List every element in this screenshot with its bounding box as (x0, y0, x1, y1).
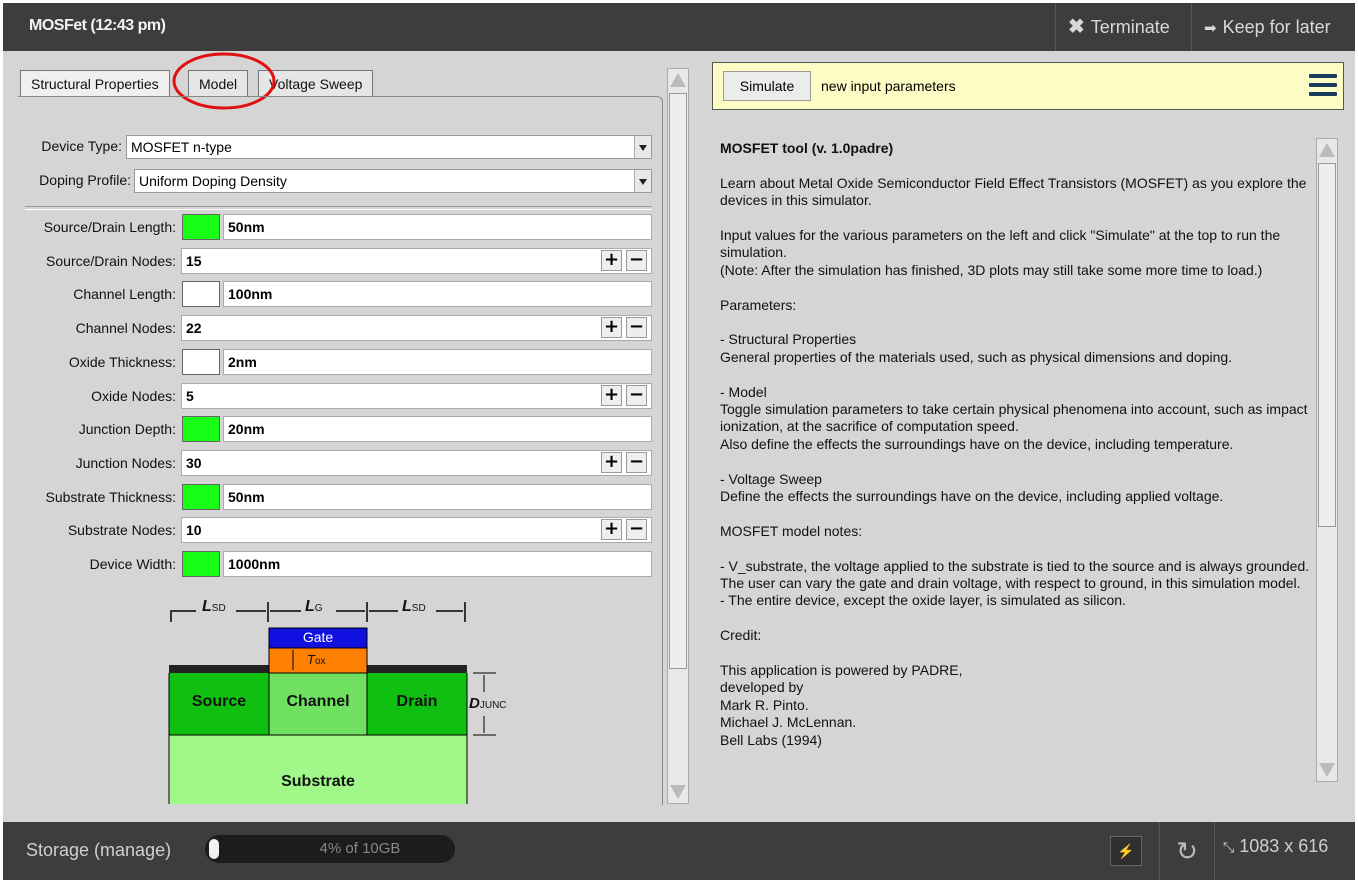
source-drain-nodes-label: Source/Drain Nodes: (46, 253, 176, 269)
source-drain-nodes-minus-button[interactable]: − (626, 250, 647, 271)
simulate-message: new input parameters (821, 78, 956, 94)
oxide-nodes-minus-button[interactable]: − (626, 385, 647, 406)
substrate-thickness-input[interactable]: 50nm (223, 484, 652, 510)
oxide-nodes-label: Oxide Nodes: (91, 388, 176, 404)
keep-for-later-button[interactable]: ➡ Keep for later (1191, 3, 1356, 51)
help-paragraph: - Voltage Sweep Define the effects the s… (720, 470, 1224, 505)
help-paragraph: This application is powered by PADRE, de… (720, 662, 963, 748)
junction-nodes-plus-button[interactable]: + (601, 452, 622, 473)
help-paragraph: - V_substrate, the voltage applied to th… (720, 557, 1310, 609)
help-paragraph: Learn about Metal Oxide Semiconductor Fi… (720, 174, 1307, 209)
source-drain-nodes-input[interactable]: 15 (181, 248, 652, 274)
window-title: MOSFet (12:43 pm) (29, 17, 166, 34)
scroll-down-icon[interactable] (669, 782, 687, 802)
junction-nodes-input[interactable]: 30 (181, 450, 652, 476)
substrate-thickness-color-swatch[interactable] (182, 484, 220, 510)
substrate-nodes-input[interactable]: 10 (181, 517, 652, 543)
oxide-thickness-color-swatch[interactable] (182, 349, 220, 375)
junction-nodes-minus-button[interactable]: − (626, 452, 647, 473)
substrate-nodes-minus-button[interactable]: − (626, 519, 647, 540)
substrate-nodes-plus-button[interactable]: + (601, 519, 622, 540)
storage-usage-text: 4% of 10GB (319, 840, 401, 857)
device-width-input[interactable]: 1000nm (223, 551, 652, 577)
channel-length-input[interactable]: 100nm (223, 281, 652, 307)
doping-profile-label: Doping Profile: (39, 172, 131, 188)
right-scrollbar[interactable] (1316, 138, 1338, 782)
scrollbar-thumb[interactable] (1318, 163, 1336, 527)
simulate-bar: Simulate new input parameters (712, 62, 1344, 110)
channel-nodes-input[interactable]: 22 (181, 315, 652, 341)
status-bar: Storage (manage) 4% of 10GB ⚡ ↻ ⤡ 1083 x… (3, 822, 1355, 880)
djunc-label: DJUNC (469, 695, 507, 712)
window-dimensions[interactable]: ⤡ 1083 x 616 (1223, 836, 1328, 857)
device-type-label: Device Type: (41, 138, 122, 154)
oxide-thickness-label: Oxide Thickness: (68, 354, 176, 370)
lightning-icon[interactable]: ⚡ (1110, 836, 1142, 866)
junction-depth-input[interactable]: 20nm (223, 416, 652, 442)
channel-nodes-label: Channel Nodes: (75, 320, 176, 336)
tox-label: Tox (307, 652, 326, 667)
drain-label: Drain (396, 693, 438, 710)
lg-label: LG (305, 598, 323, 615)
source-drain-length-input[interactable]: 50nm (223, 214, 652, 240)
title-bar: MOSFet (12:43 pm) ✖ Terminate ➡ Keep for l… (3, 3, 1355, 51)
help-title: MOSFET tool (v. 1.0padre) (720, 140, 894, 156)
help-paragraph: MOSFET model notes: (720, 522, 863, 539)
source-label: Source (191, 693, 247, 710)
oxide-thickness-input[interactable]: 2nm (223, 349, 652, 375)
help-paragraph: Input values for the various parameters … (720, 227, 1281, 278)
substrate-thickness-label: Substrate Thickness: (45, 489, 176, 505)
substrate-nodes-label: Substrate Nodes: (67, 522, 176, 538)
substrate-label: Substrate (281, 773, 355, 790)
oxide-nodes-plus-button[interactable]: + (601, 385, 622, 406)
channel-length-color-swatch[interactable] (182, 281, 220, 307)
junction-depth-label: Junction Depth: (78, 421, 176, 437)
left-scrollbar[interactable] (667, 68, 689, 804)
divider (25, 206, 652, 210)
channel-nodes-minus-button[interactable]: − (626, 317, 647, 338)
source-drain-length-color-swatch[interactable] (182, 214, 220, 240)
help-paragraph: Parameters: (720, 296, 797, 313)
menu-icon[interactable] (1309, 74, 1337, 100)
arrow-right-icon: ➡ (1204, 20, 1217, 37)
oxide-nodes-input[interactable]: 5 (181, 383, 652, 409)
lsd-left-label: LSD (202, 598, 226, 615)
gate-label: Gate (302, 629, 334, 645)
device-width-color-swatch[interactable] (182, 551, 220, 577)
scroll-up-icon[interactable] (1318, 140, 1336, 160)
chevron-down-icon (634, 136, 651, 158)
scrollbar-thumb[interactable] (669, 93, 687, 669)
substrate-region (169, 735, 467, 804)
refresh-icon[interactable]: ↻ (1159, 822, 1215, 880)
scroll-up-icon[interactable] (669, 70, 687, 90)
terminate-button[interactable]: ✖ Terminate (1055, 3, 1192, 51)
storage-manage-link[interactable]: Storage (manage) (26, 840, 171, 861)
scroll-down-icon[interactable] (1318, 760, 1336, 780)
mosfet-diagram: LSD LG LSD Gate Tox Source Channel Drain… (166, 592, 526, 804)
lsd-right-label: LSD (402, 598, 426, 615)
source-drain-length-label: Source/Drain Length: (43, 219, 176, 235)
help-paragraph: - Model Toggle simulation parameters to … (720, 383, 1308, 452)
close-icon: ✖ (1068, 16, 1085, 38)
help-text: MOSFET tool (v. 1.0padre) Learn about Me… (720, 140, 1314, 782)
source-drain-nodes-plus-button[interactable]: + (601, 250, 622, 271)
storage-progress-bar: 4% of 10GB (205, 835, 455, 863)
channel-length-label: Channel Length: (73, 286, 176, 302)
channel-label: Channel (286, 693, 350, 710)
simulate-button[interactable]: Simulate (723, 71, 811, 101)
device-width-label: Device Width: (89, 556, 176, 572)
junction-nodes-label: Junction Nodes: (75, 455, 176, 471)
doping-profile-select[interactable]: Uniform Doping Density (134, 169, 652, 193)
junction-depth-color-swatch[interactable] (182, 416, 220, 442)
chevron-down-icon (634, 170, 651, 192)
tab-structural-properties[interactable]: Structural Properties (20, 70, 170, 97)
help-paragraph: Credit: (720, 627, 762, 644)
channel-nodes-plus-button[interactable]: + (601, 317, 622, 338)
device-type-select[interactable]: MOSFET n-type (126, 135, 652, 159)
resize-icon: ⤡ (1223, 839, 1235, 855)
help-paragraph: - Structural Properties General properti… (720, 331, 1233, 365)
